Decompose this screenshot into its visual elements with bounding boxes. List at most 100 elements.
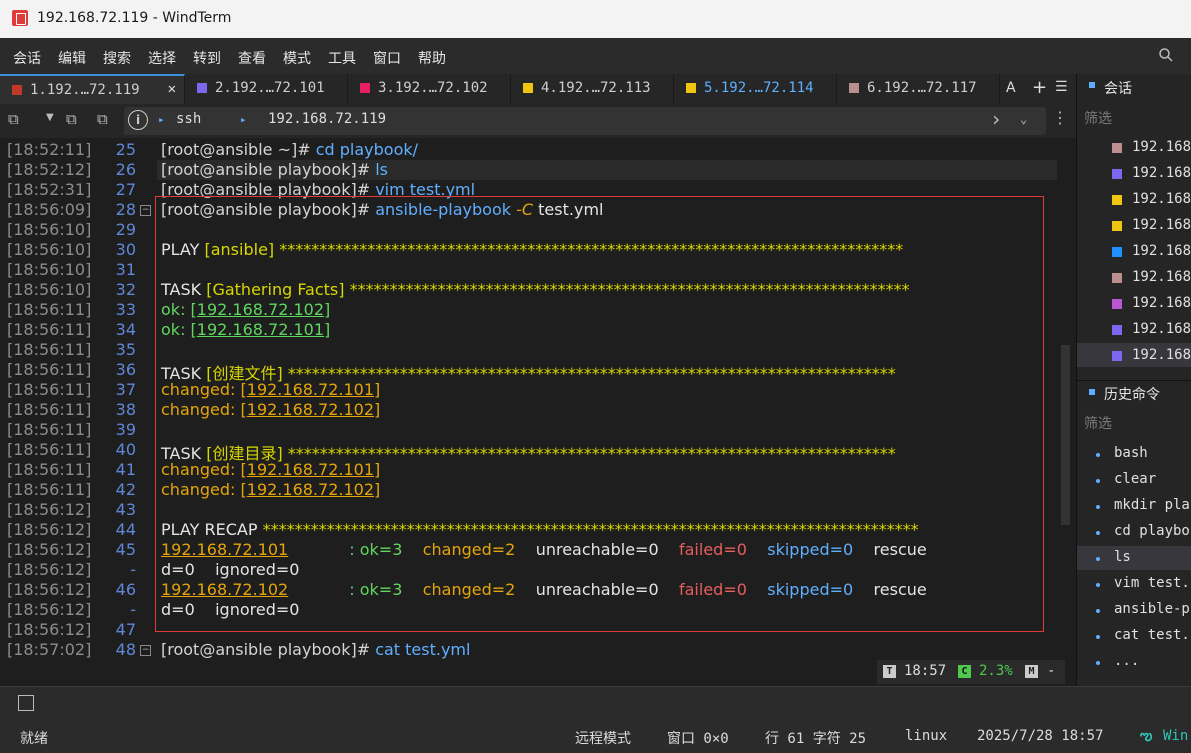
tab-session-1[interactable]: 1.192.…72.119 ✕ xyxy=(0,74,185,104)
duplicate-session-icon[interactable]: ⧉ xyxy=(97,110,108,128)
new-window-icon[interactable]: ⧉ xyxy=(66,110,77,128)
info-icon[interactable]: i xyxy=(128,110,148,130)
menu-help[interactable]: 帮助 xyxy=(418,48,446,68)
session-list-item[interactable]: 192.168 xyxy=(1132,243,1191,259)
tab-session-2[interactable]: 2.192.…72.101 xyxy=(185,74,348,104)
line-timestamp: [18:56:11] xyxy=(7,320,92,339)
tab-label: 2.192.…72.101 xyxy=(215,80,325,96)
line-timestamp: [18:52:11] xyxy=(7,140,92,159)
line-timestamp: [18:56:12] xyxy=(7,600,92,619)
line-number: 41 xyxy=(115,460,136,479)
add-tab-icon[interactable]: + xyxy=(1032,77,1047,98)
status-mode[interactable]: 远程模式 xyxy=(575,728,631,748)
menu-goto[interactable]: 转到 xyxy=(193,48,221,68)
new-session-icon[interactable]: ⧉ xyxy=(8,110,19,128)
menu-search[interactable]: 搜索 xyxy=(103,48,131,68)
session-color-dot xyxy=(849,83,859,93)
cpu-usage: 2.3% xyxy=(979,663,1013,679)
history-command-item[interactable]: ls xyxy=(1114,549,1131,565)
fold-toggle-icon[interactable]: − xyxy=(140,205,151,216)
windterm-logo-icon xyxy=(12,10,28,26)
line-timestamp: [18:56:12] xyxy=(7,500,92,519)
line-timestamp: [18:56:11] xyxy=(7,440,92,459)
terminal-line: [root@ansible playbook]# cat test.yml xyxy=(161,640,470,659)
line-number: 32 xyxy=(115,280,136,299)
menu-view[interactable]: 查看 xyxy=(238,48,266,68)
session-color-dot xyxy=(1112,299,1122,309)
chevron-down-icon[interactable]: ▼ xyxy=(46,112,54,123)
terminal-line: [root@ansible playbook]# ls xyxy=(161,160,388,179)
title-bar: 192.168.72.119 - WindTerm xyxy=(0,0,1191,38)
menu-session[interactable]: 会话 xyxy=(13,48,41,68)
session-color-dot xyxy=(1112,221,1122,231)
history-command-item[interactable]: mkdir pla xyxy=(1114,497,1190,513)
session-list-item[interactable]: 192.168 xyxy=(1132,217,1191,233)
session-list-item[interactable]: 192.168 xyxy=(1132,139,1191,155)
close-icon[interactable]: ✕ xyxy=(168,81,176,97)
fold-toggle-icon[interactable]: − xyxy=(140,645,151,656)
line-timestamp: [18:56:10] xyxy=(7,260,92,279)
menu-select[interactable]: 选择 xyxy=(148,48,176,68)
session-list-item[interactable]: 192.168 xyxy=(1132,269,1191,285)
tab-session-3[interactable]: 3.192.…72.102 xyxy=(348,74,511,104)
more-menu-icon[interactable]: ⋮ xyxy=(1052,108,1068,127)
bullet-icon xyxy=(1096,609,1100,613)
session-filter-input[interactable]: 筛选 xyxy=(1084,108,1112,128)
session-list-item[interactable]: 192.168 xyxy=(1132,321,1191,337)
line-number: 26 xyxy=(115,160,136,179)
status-cursor-position[interactable]: 行 61 字符 25 xyxy=(765,728,866,748)
line-number: 44 xyxy=(115,520,136,539)
address-bar[interactable] xyxy=(124,107,1046,135)
tab-overflow-label[interactable]: A xyxy=(1006,80,1016,96)
line-timestamp: [18:56:12] xyxy=(7,580,92,599)
line-number: 29 xyxy=(115,220,136,239)
line-timestamp: [18:56:11] xyxy=(7,420,92,439)
terminal-scrollbar[interactable] xyxy=(1061,345,1070,525)
history-command-item[interactable]: clear xyxy=(1114,471,1156,487)
menu-mode[interactable]: 模式 xyxy=(283,48,311,68)
tab-session-6[interactable]: 6.192.…72.117 xyxy=(837,74,1000,104)
tab-bar: 1.192.…72.119 ✕ 2.192.…72.101 3.192.…72.… xyxy=(0,74,1076,104)
line-number: 45 xyxy=(115,540,136,559)
session-color-dot xyxy=(197,83,207,93)
tab-list-icon[interactable]: ☰ xyxy=(1055,79,1068,95)
chevron-right-icon[interactable]: › xyxy=(990,107,1002,131)
shell-prompt: [root@ansible ~]# xyxy=(161,140,316,159)
line-timestamp: [18:56:12] xyxy=(7,540,92,559)
tab-session-4[interactable]: 4.192.…72.113 xyxy=(511,74,674,104)
chevron-down-icon[interactable]: ⌄ xyxy=(1020,112,1027,126)
history-command-item[interactable]: ... xyxy=(1114,653,1139,669)
history-command-item[interactable]: vim test. xyxy=(1114,575,1190,591)
history-command-item[interactable]: cd playbo xyxy=(1114,523,1190,539)
line-number: 30 xyxy=(115,240,136,259)
session-list-item[interactable]: 192.168 xyxy=(1132,191,1191,207)
session-list-item[interactable]: 192.168 xyxy=(1132,347,1191,363)
time-badge: T xyxy=(883,665,896,678)
tab-session-5[interactable]: 5.192.…72.114 xyxy=(674,74,837,104)
line-number: 40 xyxy=(115,440,136,459)
session-list-item[interactable]: 192.168 xyxy=(1132,295,1191,311)
line-timestamp: [18:52:12] xyxy=(7,160,92,179)
history-filter-input[interactable]: 筛选 xyxy=(1084,413,1112,433)
line-timestamp: [18:52:31] xyxy=(7,180,92,199)
session-color-dot xyxy=(1112,169,1122,179)
history-command-item[interactable]: cat test. xyxy=(1114,627,1190,643)
menu-window[interactable]: 窗口 xyxy=(373,48,401,68)
search-icon[interactable] xyxy=(1158,47,1174,63)
tab-label: 1.192.…72.119 xyxy=(30,82,140,98)
line-number: - xyxy=(130,600,136,619)
line-number: 48 xyxy=(115,640,136,659)
bullet-icon xyxy=(1096,505,1100,509)
panel-toggle-icon[interactable] xyxy=(18,695,34,711)
history-command-item[interactable]: ansible-p xyxy=(1114,601,1190,617)
menu-tools[interactable]: 工具 xyxy=(328,48,356,68)
line-number: 39 xyxy=(115,420,136,439)
session-color-dot xyxy=(1112,351,1122,361)
session-list-item[interactable]: 192.168 xyxy=(1132,165,1191,181)
session-color-dot xyxy=(12,85,22,95)
panel-marker-icon xyxy=(1089,82,1095,88)
session-color-dot xyxy=(1112,143,1122,153)
tab-label: 5.192.…72.114 xyxy=(704,80,814,96)
menu-edit[interactable]: 编辑 xyxy=(58,48,86,68)
history-command-item[interactable]: bash xyxy=(1114,445,1148,461)
